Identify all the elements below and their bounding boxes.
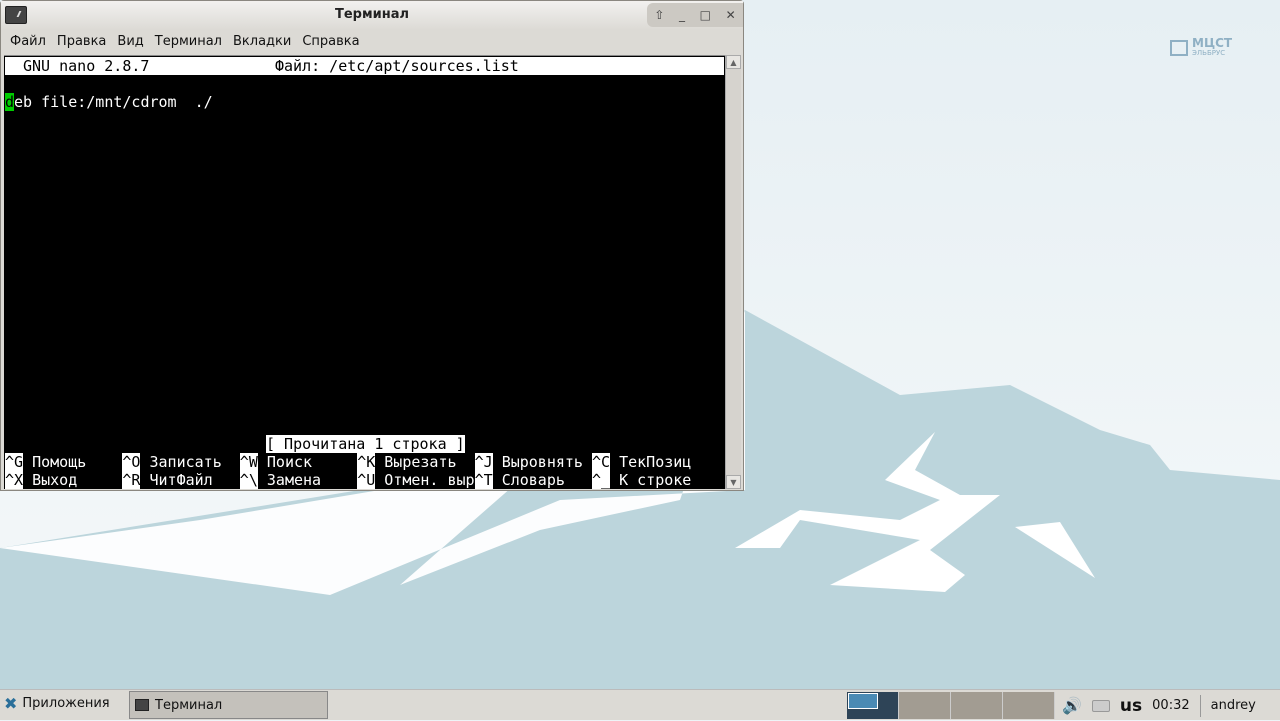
shortcut-label: ЧитФайл: [149, 471, 213, 489]
menu-file[interactable]: Файл: [4, 31, 51, 53]
shortcut-key: ^C: [592, 453, 611, 471]
nano-header: GNU nano 2.8.7 Файл: /etc/apt/sources.lis…: [5, 57, 724, 75]
xfce-mouse-icon: ✖: [4, 694, 18, 713]
terminal-icon: [135, 699, 149, 711]
workspace-3[interactable]: [951, 692, 1003, 719]
keyboard-layout[interactable]: us: [1120, 696, 1142, 716]
scroll-up-arrow[interactable]: ▲: [726, 55, 741, 69]
shortcut-key: ^J: [474, 453, 493, 471]
shortcut-label: Записать: [149, 453, 222, 471]
workspace-4[interactable]: [1003, 692, 1055, 719]
shortcut-key: ^_: [592, 471, 611, 489]
workspace-1[interactable]: [847, 692, 899, 719]
shortcut-key: ^T: [474, 471, 493, 489]
text-cursor: d: [5, 93, 15, 111]
shortcut-item[interactable]: ^O Записать: [122, 453, 222, 471]
terminal-window: Терминал ⇧ _ □ ✕ Файл Правка Вид Термина…: [0, 0, 744, 491]
nano-version: GNU nano 2.8.7: [23, 57, 150, 75]
applications-label: Приложения: [22, 696, 110, 711]
task-terminal-button[interactable]: Терминал: [129, 691, 328, 719]
shortcut-item[interactable]: ^K Вырезать: [357, 453, 457, 471]
clock[interactable]: 00:32: [1152, 698, 1189, 713]
menu-terminal[interactable]: Терминал: [149, 31, 227, 53]
volume-icon[interactable]: 🔊: [1062, 696, 1082, 715]
mcst-elbrus-logo: МЦСТ ЭЛЬБРУС: [1170, 37, 1232, 57]
line-text: eb file:/mnt/cdrom ./: [14, 93, 213, 111]
user-name[interactable]: andrey: [1211, 698, 1256, 713]
menu-edit[interactable]: Правка: [51, 31, 111, 53]
shortcut-item[interactable]: ^T Словарь: [474, 471, 565, 489]
shortcut-item[interactable]: ^R ЧитФайл: [122, 471, 213, 489]
shortcut-item[interactable]: ^J Выровнять: [474, 453, 583, 471]
shortcut-item[interactable]: ^W Поиск: [239, 453, 313, 471]
shortcut-label: Поиск: [266, 453, 313, 471]
shortcut-item[interactable]: ^C ТекПозиц: [592, 453, 691, 471]
taskbar: ✖ Приложения Терминал 🔊 us 00:32 andrey: [0, 689, 1280, 720]
file-line: deb file:/mnt/cdrom ./: [5, 93, 213, 111]
shortcut-key: ^X: [5, 471, 24, 489]
shortcut-label: Выровнять: [501, 453, 583, 471]
shortcut-item[interactable]: ^G Помощь: [5, 453, 86, 471]
shortcut-item[interactable]: ^X Выход: [5, 471, 77, 489]
shortcut-label: ТекПозиц: [619, 453, 692, 471]
separator: [1199, 694, 1201, 717]
shortcut-label: Словарь: [501, 471, 565, 489]
shortcut-key: ^W: [239, 453, 258, 471]
nano-filename: Файл: /etc/apt/sources.list: [275, 57, 519, 75]
shortcut-key: ^U: [357, 471, 376, 489]
menu-view[interactable]: Вид: [111, 31, 148, 53]
shortcut-item[interactable]: ^U Отмен. выр: [357, 471, 475, 489]
drive-icon[interactable]: [1091, 699, 1110, 712]
shortcut-key: ^O: [122, 453, 141, 471]
shortcut-label: Отмен. выр: [384, 471, 475, 489]
shortcut-label: Вырезать: [384, 453, 457, 471]
shortcut-key: ^K: [357, 453, 376, 471]
window-title: Терминал: [334, 7, 409, 22]
shortcut-key: ^R: [122, 471, 141, 489]
scroll-down-arrow[interactable]: ▼: [726, 475, 741, 489]
shade-button[interactable]: ⇧: [654, 8, 664, 22]
task-label: Терминал: [155, 697, 223, 713]
workspace-switcher[interactable]: [847, 692, 1055, 719]
workspace-2[interactable]: [899, 692, 951, 719]
shortcut-item[interactable]: ^_ К строке: [592, 471, 691, 489]
shortcut-key: ^G: [5, 453, 24, 471]
menu-bar: Файл Правка Вид Терминал Вкладки Справка: [4, 31, 741, 53]
maximize-button[interactable]: □: [700, 8, 711, 22]
status-message: [ Прочитана 1 строка ]: [266, 435, 465, 453]
applications-menu-button[interactable]: ✖ Приложения: [4, 694, 110, 713]
shortcut-label: Замена: [266, 471, 322, 489]
minimize-button[interactable]: _: [679, 8, 685, 22]
menu-help[interactable]: Справка: [296, 31, 364, 53]
scrollbar[interactable]: ▲ ▼: [725, 55, 741, 489]
shortcut-key: ^\: [239, 471, 258, 489]
menu-tabs[interactable]: Вкладки: [227, 31, 296, 53]
shortcut-label: Выход: [32, 471, 78, 489]
shortcut-label: Помощь: [32, 453, 87, 471]
close-button[interactable]: ✕: [726, 8, 736, 22]
terminal-area[interactable]: GNU nano 2.8.7 Файл: /etc/apt/sources.lis…: [4, 55, 725, 489]
title-bar[interactable]: Терминал ⇧ _ □ ✕: [1, 1, 743, 30]
shortcut-item[interactable]: ^\ Замена: [239, 471, 322, 489]
shortcut-label: К строке: [619, 471, 692, 489]
